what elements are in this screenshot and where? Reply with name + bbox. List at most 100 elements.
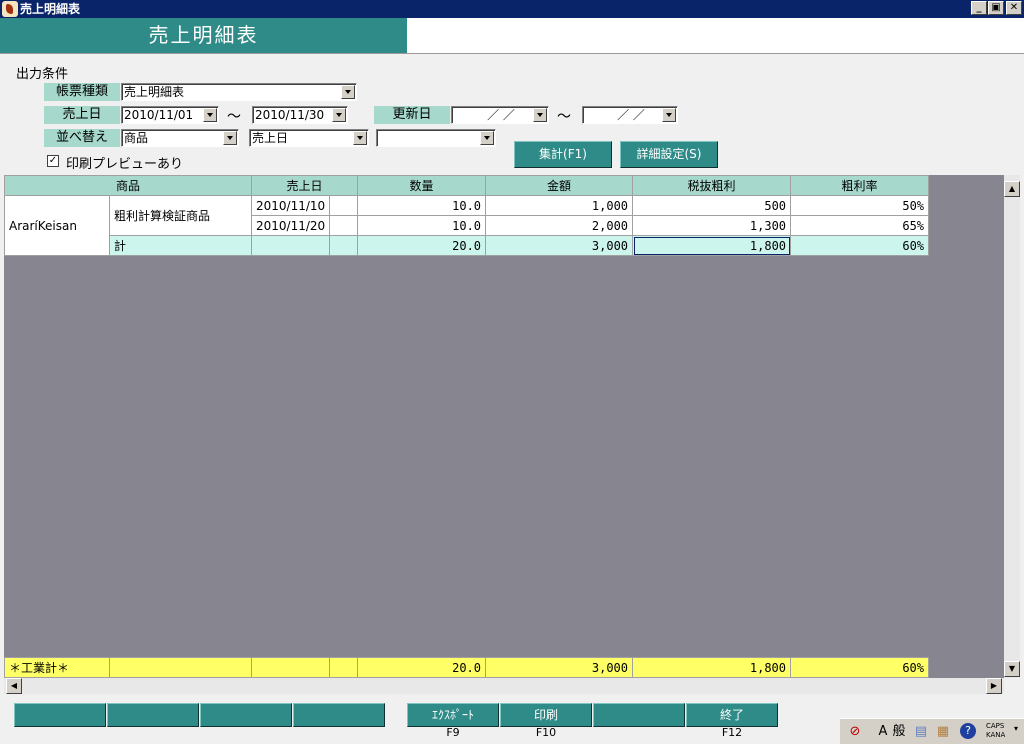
horizontal-scrollbar[interactable]: ◀ ▶ — [4, 678, 1004, 694]
sort2-value: 売上日 — [252, 131, 289, 145]
sort3-select[interactable] — [376, 129, 496, 147]
sort2-dropdown-icon[interactable] — [353, 131, 367, 145]
blank-cell — [251, 657, 330, 678]
blank-cell — [329, 657, 358, 678]
qty-cell[interactable]: 10.0 — [357, 215, 487, 236]
print-button[interactable]: 印刷 — [500, 703, 592, 727]
blank-cell — [329, 195, 359, 216]
sales-date-label: 売上日 — [44, 106, 120, 124]
fkey-f11-button[interactable] — [593, 703, 685, 727]
grand-total-label: ＊工業計＊ — [4, 657, 110, 678]
fkey-f1-button[interactable] — [14, 703, 106, 727]
table-row[interactable]: AraríKeisan 粗利計算検証商品 2010/11/10 10.0 1,0… — [4, 195, 930, 256]
sales-date-to-value: 2010/11/30 — [255, 108, 325, 122]
detail-settings-button[interactable]: 詳細設定(S) — [620, 141, 718, 168]
fkey-f2-button[interactable] — [107, 703, 199, 727]
grand-total-rate[interactable]: 60% — [790, 657, 929, 678]
caps-indicator: CAPS — [986, 722, 1005, 730]
header-sales-date[interactable]: 売上日 — [251, 175, 359, 196]
subtotal-qty[interactable]: 20.0 — [357, 235, 487, 256]
sales-date-to-input[interactable]: 2010/11/30 — [252, 106, 348, 124]
sales-date-from-input[interactable]: 2010/11/01 — [121, 106, 219, 124]
subtotal-row[interactable]: 計 20.0 3,000 1,800 60% — [5, 235, 930, 256]
sort-label: 並べ替え — [44, 129, 120, 147]
update-date-to-input[interactable]: ／ ／ — [582, 106, 678, 124]
header-product[interactable]: 商品 — [3, 175, 253, 196]
product-cell[interactable]: 粗利計算検証商品 — [108, 195, 253, 236]
header-amount[interactable]: 金額 — [485, 175, 634, 196]
grand-total-row[interactable]: ＊工業計＊ 20.0 3,000 1,800 60% — [4, 657, 929, 678]
window-titlebar: 売上明細表 _ ▣ ✕ — [0, 0, 1024, 18]
close-button[interactable]: ✕ — [1006, 1, 1022, 15]
maximize-button[interactable]: ▣ — [988, 1, 1004, 15]
grand-total-table: ＊工業計＊ 20.0 3,000 1,800 60% — [4, 657, 929, 678]
subtotal-profit-selected[interactable]: 1,800 — [632, 235, 792, 256]
ime-logo-icon[interactable]: ⊘ — [846, 723, 864, 741]
grand-total-profit[interactable]: 1,800 — [632, 657, 791, 678]
fkey-f4-button[interactable] — [293, 703, 385, 727]
conditions-section-label: 出力条件 — [16, 67, 69, 82]
report-type-select[interactable]: 売上明細表 — [121, 83, 357, 101]
update-date-from-dropdown-icon[interactable] — [533, 108, 547, 122]
date-cell[interactable]: 2010/11/10 — [251, 195, 331, 216]
sort1-dropdown-icon[interactable] — [223, 131, 237, 145]
qty-cell[interactable]: 10.0 — [357, 195, 487, 216]
report-type-dropdown-icon[interactable] — [341, 85, 355, 99]
f12-key-label: F12 — [721, 726, 743, 739]
rate-cell[interactable]: 65% — [790, 215, 930, 236]
sort2-select[interactable]: 売上日 — [249, 129, 369, 147]
update-date-to-dropdown-icon[interactable] — [662, 108, 676, 122]
ime-toolbar: ⊘ A 般 ▤ ▦ ? CAPS KANA ▾ — [840, 718, 1024, 744]
header-profit[interactable]: 税抜粗利 — [632, 175, 792, 196]
conversion-mode-icon[interactable]: 般 — [890, 723, 908, 741]
update-date-from-value: ／ ／ — [487, 108, 515, 122]
profit-cell[interactable]: 500 — [632, 195, 792, 216]
sort1-select[interactable]: 商品 — [121, 129, 239, 147]
amount-cell[interactable]: 2,000 — [485, 215, 634, 236]
ime-pad-icon[interactable]: ▤ — [912, 723, 930, 741]
fkey-f3-button[interactable] — [200, 703, 292, 727]
report-type-value: 売上明細表 — [124, 85, 185, 99]
scroll-up-icon[interactable]: ▲ — [1004, 181, 1020, 197]
dictionary-icon[interactable]: ▦ — [934, 723, 952, 741]
amount-cell[interactable]: 1,000 — [485, 195, 634, 216]
kana-indicator: KANA — [986, 731, 1006, 739]
header-quantity[interactable]: 数量 — [357, 175, 487, 196]
preview-checkbox[interactable]: ✓ — [47, 155, 59, 167]
tray-options-icon[interactable]: ▾ — [1014, 724, 1018, 733]
grand-total-amount[interactable]: 3,000 — [485, 657, 633, 678]
vertical-scrollbar[interactable]: ▲ ▼ — [1004, 175, 1020, 678]
customer-cell[interactable]: AraríKeisan — [4, 195, 110, 256]
subtotal-rate[interactable]: 60% — [790, 235, 930, 256]
blank-cell — [329, 235, 359, 256]
blank-cell — [329, 215, 359, 236]
help-icon[interactable]: ? — [960, 723, 976, 739]
preview-label: 印刷プレビューあり — [66, 157, 184, 172]
date-cell[interactable]: 2010/11/20 — [251, 215, 331, 236]
scroll-down-icon[interactable]: ▼ — [1004, 661, 1020, 677]
report-type-label: 帳票種類 — [44, 83, 120, 101]
exit-button[interactable]: 終了 — [686, 703, 778, 727]
app-icon — [2, 1, 18, 17]
sales-date-to-dropdown-icon[interactable] — [332, 108, 346, 122]
results-table: 商品 売上日 数量 金額 税抜粗利 粗利率 AraríKeisan 粗利計算検証… — [3, 175, 930, 256]
sort3-dropdown-icon[interactable] — [480, 131, 494, 145]
rate-cell[interactable]: 50% — [790, 195, 930, 216]
grand-total-qty[interactable]: 20.0 — [357, 657, 486, 678]
total-button[interactable]: 集計(F1) — [514, 141, 612, 168]
window-title: 売上明細表 — [20, 2, 81, 16]
blank-cell — [109, 657, 252, 678]
update-date-from-input[interactable]: ／ ／ — [451, 106, 549, 124]
grid-header-row: 商品 売上日 数量 金額 税抜粗利 粗利率 — [3, 175, 930, 196]
sales-date-from-dropdown-icon[interactable] — [203, 108, 217, 122]
subtotal-amount[interactable]: 3,000 — [485, 235, 634, 256]
blank-cell — [251, 235, 331, 256]
minimize-button[interactable]: _ — [971, 1, 987, 15]
header-profit-rate[interactable]: 粗利率 — [790, 175, 930, 196]
profit-cell[interactable]: 1,300 — [632, 215, 792, 236]
export-button[interactable]: ｴｸｽﾎﾟｰﾄ — [407, 703, 499, 727]
results-grid[interactable]: 商品 売上日 数量 金額 税抜粗利 粗利率 AraríKeisan 粗利計算検証… — [3, 175, 1004, 678]
update-date-label: 更新日 — [374, 106, 450, 124]
scroll-right-icon[interactable]: ▶ — [986, 678, 1002, 694]
scroll-left-icon[interactable]: ◀ — [6, 678, 22, 694]
